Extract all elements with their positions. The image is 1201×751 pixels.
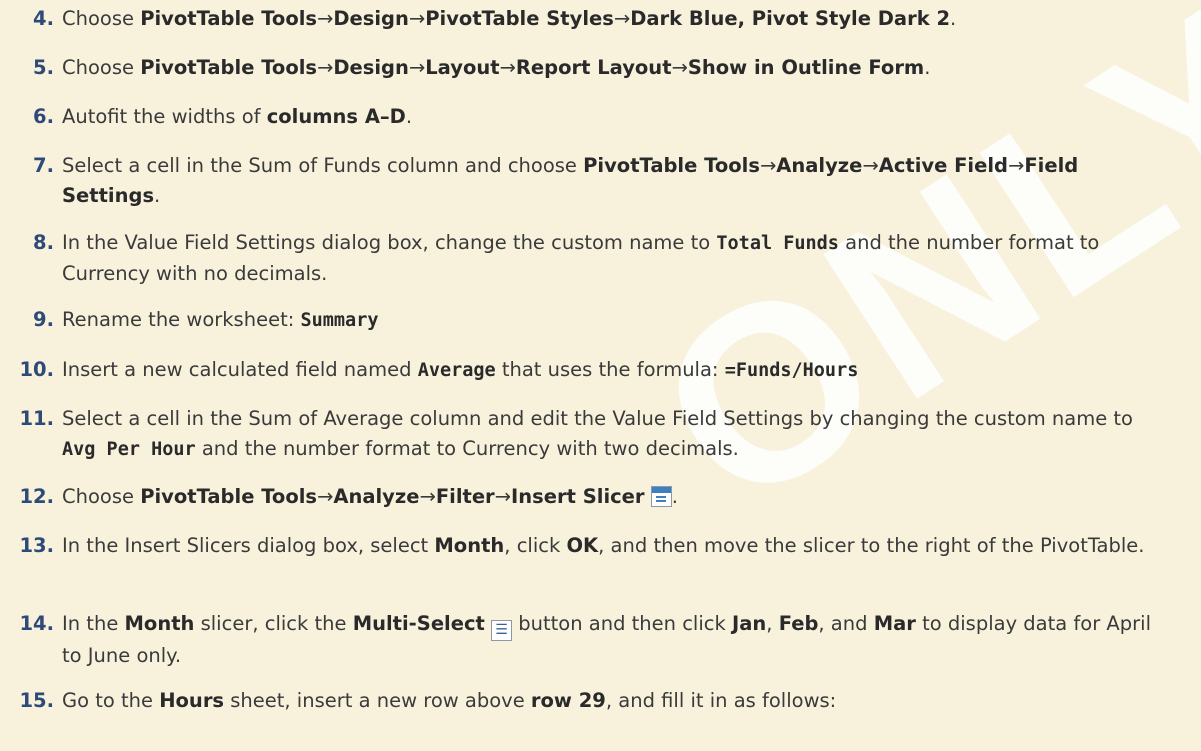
step-number: 14.	[19, 612, 54, 635]
step-number: 10.	[19, 358, 54, 381]
step-number: 9.	[33, 308, 54, 331]
step-number: 13.	[19, 534, 54, 557]
step-number: 12.	[19, 485, 54, 508]
multi-select-icon: ☰	[491, 620, 513, 641]
step-number: 5.	[33, 56, 54, 79]
step-number: 4.	[33, 7, 54, 30]
insert-slicer-icon	[650, 486, 672, 507]
step-number: 15.	[19, 689, 54, 712]
step-number: 11.	[19, 407, 54, 430]
step-number: 7.	[33, 154, 54, 177]
step-number: 8.	[33, 231, 54, 254]
step-number: 6.	[33, 105, 54, 128]
